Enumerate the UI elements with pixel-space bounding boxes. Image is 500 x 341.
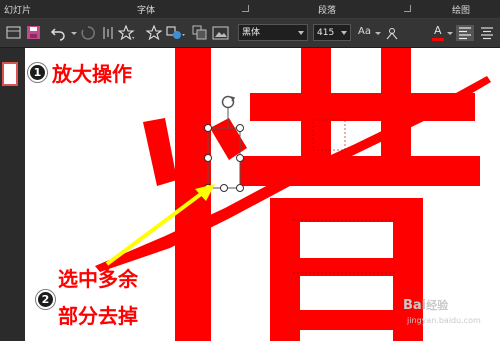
undo-icon[interactable] bbox=[50, 25, 68, 41]
arrange-icon[interactable] bbox=[192, 25, 208, 41]
paragraph-dialog-launcher-icon[interactable] bbox=[404, 5, 411, 12]
ribbon-toolbar: 黑体 415 Aa A bbox=[0, 19, 500, 48]
star-outline-icon[interactable] bbox=[146, 25, 162, 41]
ribbon-group-slides: 幻灯片 bbox=[4, 6, 32, 16]
undo-dropdown-icon[interactable] bbox=[70, 25, 78, 41]
slide-canvas[interactable]: 1 放大操作 2 选中多余 部分去掉 Bai经验 jingyan.baidu.c… bbox=[25, 48, 500, 341]
font-color-swatch bbox=[432, 38, 444, 41]
align-center-icon[interactable] bbox=[478, 25, 496, 41]
step-1-caption: 放大操作 bbox=[52, 62, 132, 86]
ribbon-group-paragraph: 段落 bbox=[318, 6, 337, 16]
font-name-value: 黑体 bbox=[242, 28, 261, 38]
step-2-badge: 2 bbox=[36, 290, 55, 309]
font-size-value: 415 bbox=[317, 28, 335, 38]
ribbon-group-drawing: 绘图 bbox=[452, 6, 471, 16]
font-color-button[interactable]: A bbox=[432, 24, 446, 42]
font-size-select[interactable]: 415 bbox=[313, 24, 351, 41]
chevron-down-icon bbox=[341, 31, 347, 35]
step-2-caption-line-2: 部分去掉 bbox=[58, 304, 138, 328]
slide-thumbnail-panel bbox=[0, 48, 24, 341]
save-icon[interactable] bbox=[26, 25, 42, 41]
watermark-url: jingyan.baidu.com bbox=[407, 316, 481, 325]
step-1-badge: 1 bbox=[28, 63, 47, 82]
watermark-logo: Bai经验 bbox=[403, 298, 449, 313]
change-case-dropdown-icon[interactable] bbox=[374, 25, 382, 41]
layout-icon[interactable] bbox=[6, 25, 22, 41]
chevron-down-icon bbox=[298, 31, 304, 35]
ribbon-group-header: 幻灯片 字体 段落 绘图 bbox=[0, 0, 500, 19]
slide-thumbnail-1[interactable] bbox=[2, 62, 18, 86]
ribbon-group-font: 字体 bbox=[137, 6, 156, 16]
step-2-caption-line-1: 选中多余 bbox=[58, 267, 138, 291]
redo-icon[interactable] bbox=[80, 25, 96, 41]
font-color-dropdown-icon[interactable] bbox=[446, 25, 454, 41]
star-shape-icon[interactable] bbox=[118, 25, 136, 41]
font-name-select[interactable]: 黑体 bbox=[238, 24, 308, 41]
columns-icon[interactable] bbox=[100, 25, 116, 41]
font-dialog-launcher-icon[interactable] bbox=[242, 5, 249, 12]
font-color-letter: A bbox=[434, 24, 442, 37]
font-options-icon[interactable] bbox=[384, 25, 400, 41]
change-case-button[interactable]: Aa bbox=[358, 26, 371, 37]
picture-icon[interactable] bbox=[212, 25, 230, 41]
align-left-icon[interactable] bbox=[456, 25, 474, 41]
shapes-icon[interactable] bbox=[166, 25, 186, 41]
